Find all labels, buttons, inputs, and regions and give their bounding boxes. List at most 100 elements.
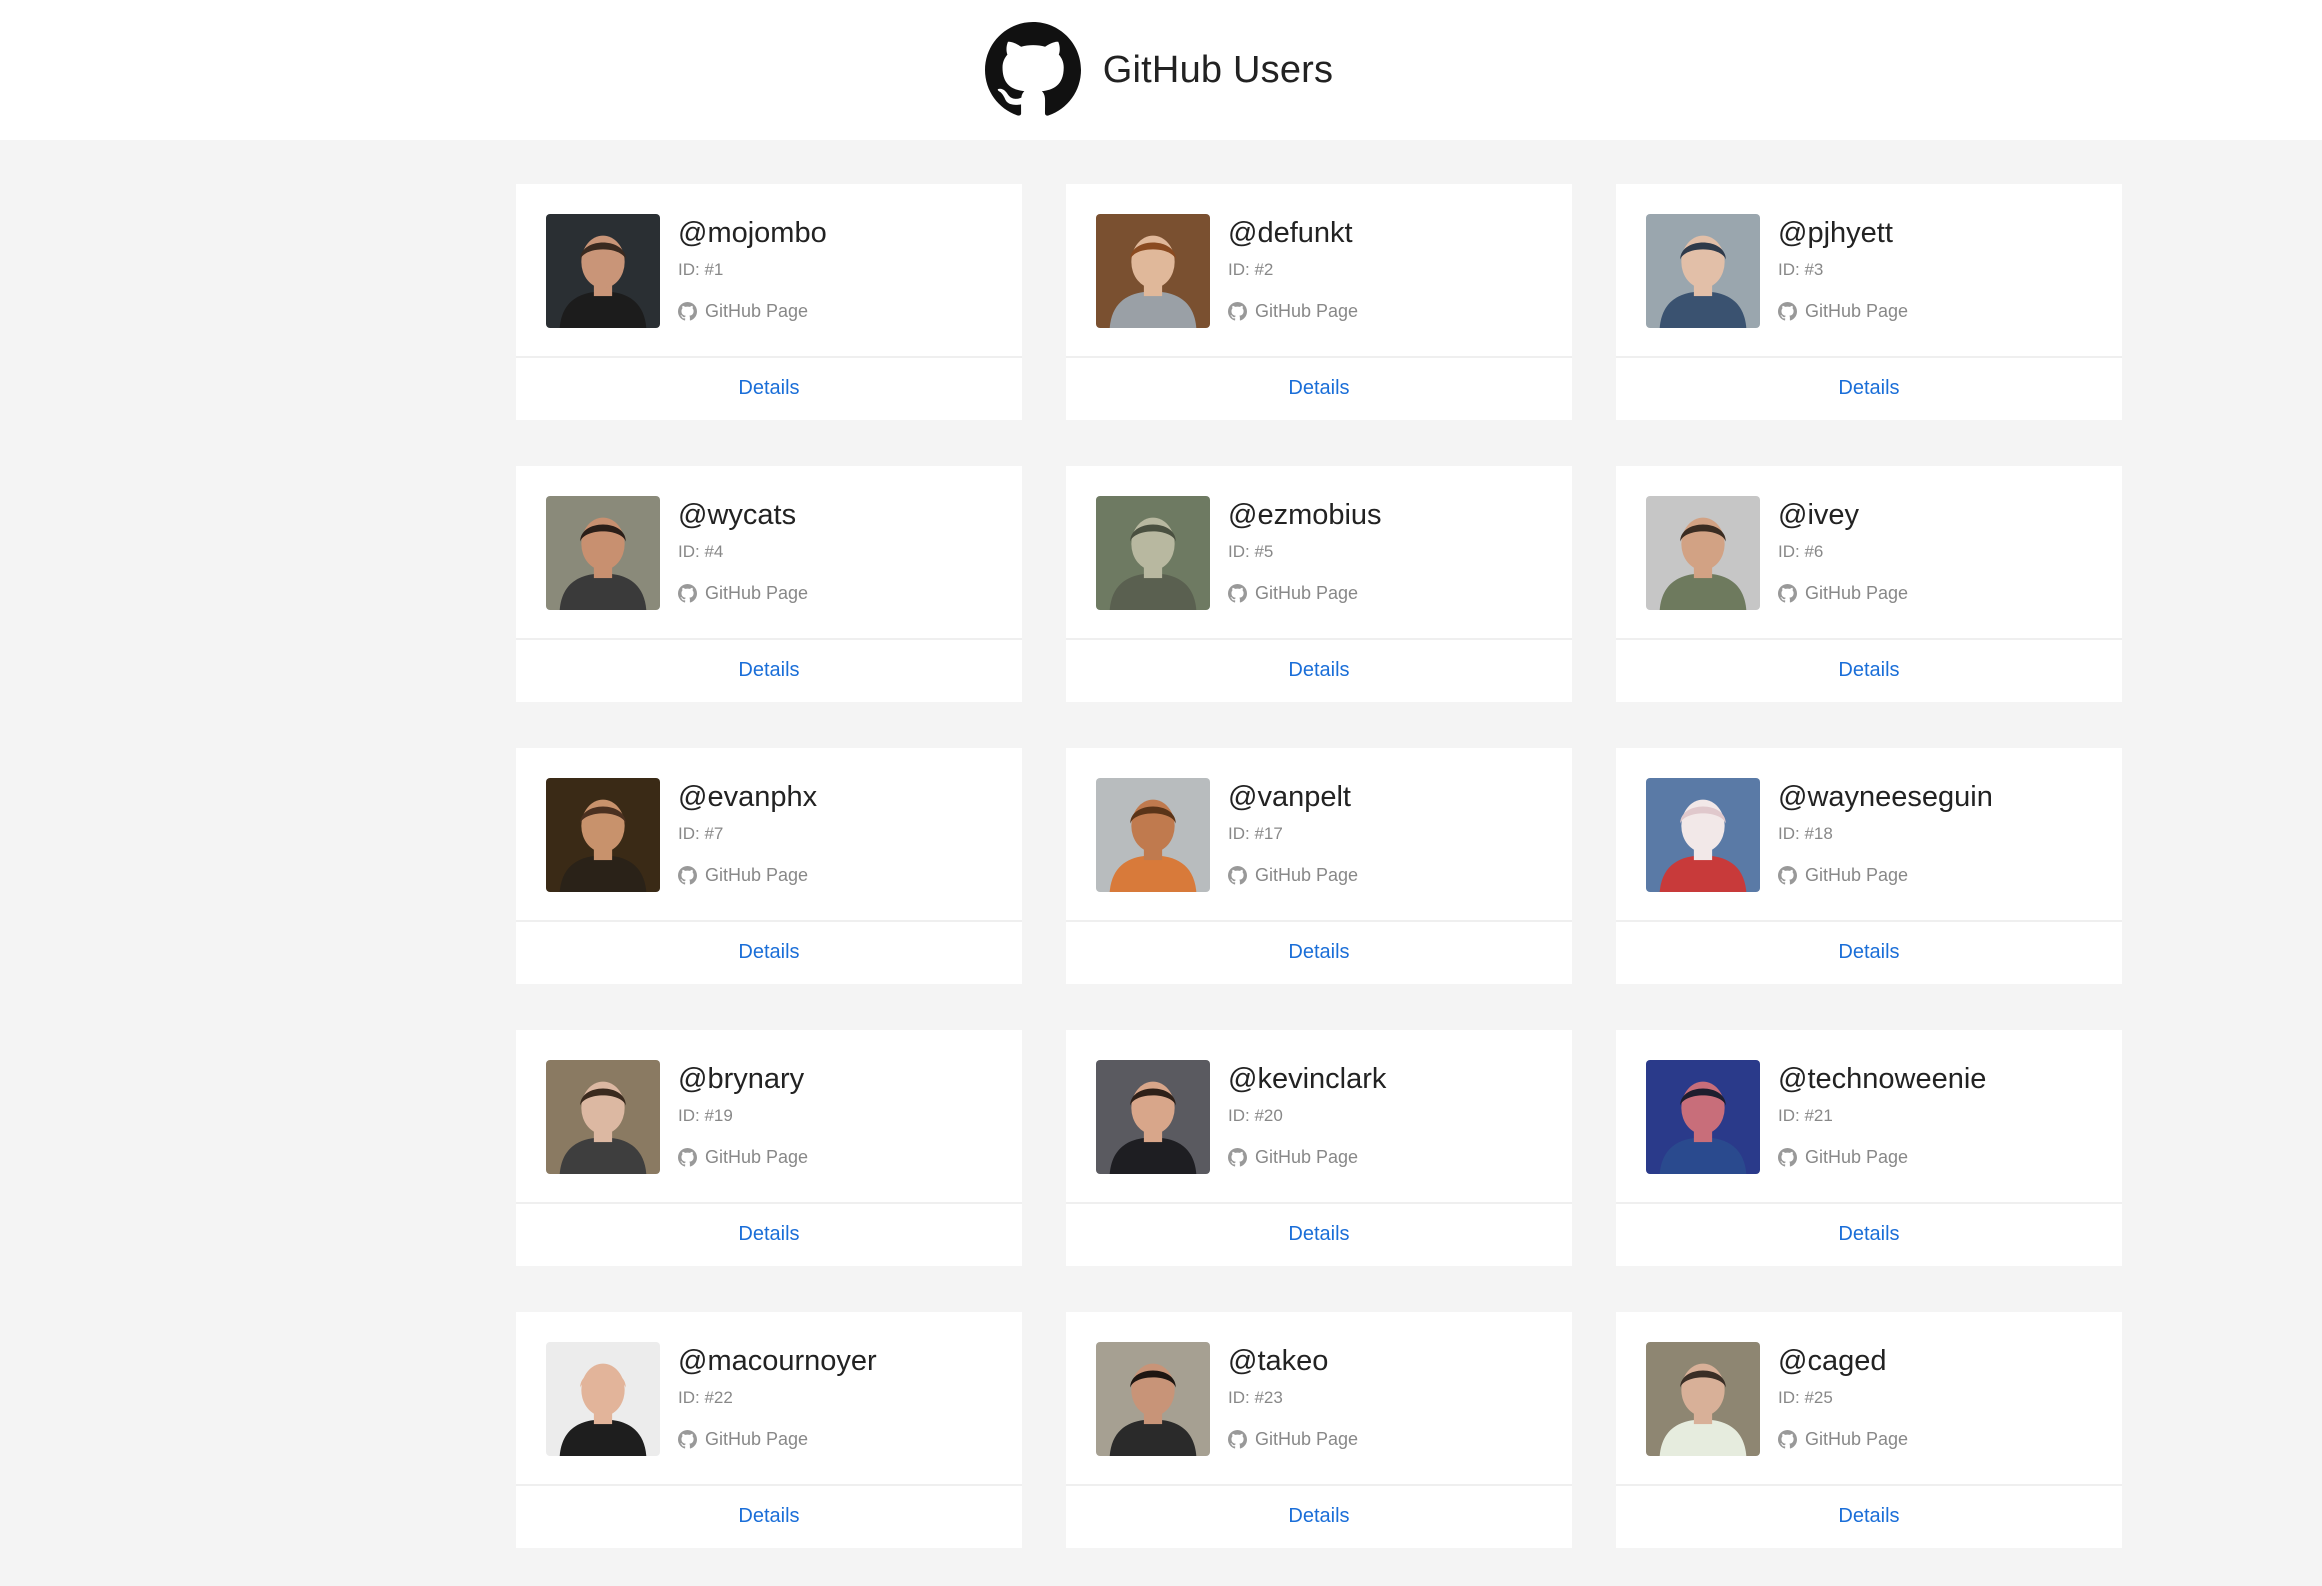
details-link[interactable]: Details bbox=[738, 1505, 799, 1528]
avatar bbox=[1096, 1342, 1210, 1456]
user-info: @takeo ID: #23 GitHub Page bbox=[1228, 1342, 1358, 1484]
details-link[interactable]: Details bbox=[738, 941, 799, 964]
user-card-footer: Details bbox=[516, 1204, 1022, 1264]
user-id: ID: #4 bbox=[678, 542, 724, 561]
github-page-label: GitHub Page bbox=[1805, 583, 1909, 603]
user-card-footer: Details bbox=[1616, 1486, 2122, 1546]
user-info: @pjhyett ID: #3 GitHub Page bbox=[1778, 214, 1908, 356]
user-card-footer: Details bbox=[516, 922, 1022, 982]
github-page-label: GitHub Page bbox=[1805, 1429, 1909, 1449]
user-card: @vanpelt ID: #17 GitHub Page Details bbox=[1066, 748, 1572, 984]
details-link[interactable]: Details bbox=[1838, 1223, 1899, 1246]
details-link[interactable]: Details bbox=[1838, 377, 1899, 400]
user-login: @kevinclark bbox=[1228, 1063, 1387, 1095]
user-card-footer: Details bbox=[1066, 1486, 1572, 1546]
github-page-link[interactable]: GitHub Page bbox=[678, 301, 827, 321]
github-page-link[interactable]: GitHub Page bbox=[1778, 1147, 1986, 1167]
user-card: @defunkt ID: #2 GitHub Page Details bbox=[1066, 184, 1572, 420]
user-card-footer: Details bbox=[1066, 922, 1572, 982]
user-card-footer: Details bbox=[1066, 358, 1572, 418]
user-card-body: @technoweenie ID: #21 GitHub Page bbox=[1616, 1030, 2122, 1204]
github-page-link[interactable]: GitHub Page bbox=[678, 865, 817, 885]
user-card-body: @evanphx ID: #7 GitHub Page bbox=[516, 748, 1022, 922]
details-link[interactable]: Details bbox=[1288, 1223, 1349, 1246]
github-page-link[interactable]: GitHub Page bbox=[1778, 1429, 1908, 1449]
user-card-body: @vanpelt ID: #17 GitHub Page bbox=[1066, 748, 1572, 922]
details-link[interactable]: Details bbox=[738, 659, 799, 682]
user-info: @caged ID: #25 GitHub Page bbox=[1778, 1342, 1908, 1484]
user-id: ID: #23 bbox=[1228, 1388, 1283, 1407]
details-link[interactable]: Details bbox=[1288, 377, 1349, 400]
github-page-link[interactable]: GitHub Page bbox=[678, 1147, 808, 1167]
details-link[interactable]: Details bbox=[1838, 941, 1899, 964]
user-card-body: @wayneeseguin ID: #18 GitHub Page bbox=[1616, 748, 2122, 922]
avatar bbox=[1096, 778, 1210, 892]
user-card-grid: @mojombo ID: #1 GitHub Page Details @defunkt… bbox=[516, 184, 2122, 1548]
user-card-footer: Details bbox=[1066, 640, 1572, 700]
avatar bbox=[546, 1060, 660, 1174]
details-link[interactable]: Details bbox=[1288, 1505, 1349, 1528]
user-card-footer: Details bbox=[516, 1486, 1022, 1546]
github-page-link[interactable]: GitHub Page bbox=[1778, 301, 1908, 321]
user-info: @evanphx ID: #7 GitHub Page bbox=[678, 778, 817, 920]
github-page-label: GitHub Page bbox=[1255, 583, 1359, 603]
details-link[interactable]: Details bbox=[1838, 1505, 1899, 1528]
details-link[interactable]: Details bbox=[1288, 941, 1349, 964]
github-icon bbox=[1228, 865, 1247, 885]
user-login: @takeo bbox=[1228, 1345, 1329, 1377]
user-card-footer: Details bbox=[1616, 1204, 2122, 1264]
user-login: @mojombo bbox=[678, 217, 827, 249]
user-card-body: @ezmobius ID: #5 GitHub Page bbox=[1066, 466, 1572, 640]
user-info: @ezmobius ID: #5 GitHub Page bbox=[1228, 496, 1382, 638]
user-id: ID: #20 bbox=[1228, 1106, 1283, 1125]
user-id: ID: #21 bbox=[1778, 1106, 1833, 1125]
github-page-link[interactable]: GitHub Page bbox=[1228, 1429, 1358, 1449]
user-card-body: @pjhyett ID: #3 GitHub Page bbox=[1616, 184, 2122, 358]
user-login: @technoweenie bbox=[1778, 1063, 1987, 1095]
github-icon bbox=[1228, 1147, 1247, 1167]
github-page-link[interactable]: GitHub Page bbox=[678, 583, 808, 603]
user-login: @caged bbox=[1778, 1345, 1887, 1377]
user-card-footer: Details bbox=[1616, 358, 2122, 418]
details-link[interactable]: Details bbox=[738, 1223, 799, 1246]
user-login: @wycats bbox=[678, 499, 797, 531]
user-id: ID: #25 bbox=[1778, 1388, 1833, 1407]
details-link[interactable]: Details bbox=[1288, 659, 1349, 682]
user-id: ID: #3 bbox=[1778, 260, 1824, 279]
user-card-body: @ivey ID: #6 GitHub Page bbox=[1616, 466, 2122, 640]
github-page-link[interactable]: GitHub Page bbox=[1228, 1147, 1386, 1167]
github-page-label: GitHub Page bbox=[705, 583, 809, 603]
github-page-label: GitHub Page bbox=[705, 301, 809, 321]
user-card: @kevinclark ID: #20 GitHub Page Details bbox=[1066, 1030, 1572, 1266]
details-link[interactable]: Details bbox=[1838, 659, 1899, 682]
github-page-link[interactable]: GitHub Page bbox=[678, 1429, 877, 1449]
user-login: @pjhyett bbox=[1778, 217, 1893, 249]
avatar bbox=[546, 214, 660, 328]
user-login: @defunkt bbox=[1228, 217, 1353, 249]
github-page-label: GitHub Page bbox=[705, 1429, 809, 1449]
github-page-link[interactable]: GitHub Page bbox=[1228, 865, 1358, 885]
user-id: ID: #17 bbox=[1228, 824, 1283, 843]
user-info: @macournoyer ID: #22 GitHub Page bbox=[678, 1342, 877, 1484]
user-card-footer: Details bbox=[516, 358, 1022, 418]
github-icon bbox=[1778, 583, 1797, 603]
user-info: @defunkt ID: #2 GitHub Page bbox=[1228, 214, 1358, 356]
user-login: @vanpelt bbox=[1228, 781, 1351, 813]
github-page-link[interactable]: GitHub Page bbox=[1228, 583, 1382, 603]
github-page-label: GitHub Page bbox=[705, 1147, 809, 1167]
github-page-link[interactable]: GitHub Page bbox=[1778, 865, 1993, 885]
user-info: @wycats ID: #4 GitHub Page bbox=[678, 496, 808, 638]
github-page-link[interactable]: GitHub Page bbox=[1778, 583, 1908, 603]
user-id: ID: #22 bbox=[678, 1388, 733, 1407]
github-page-label: GitHub Page bbox=[1805, 301, 1909, 321]
user-card: @caged ID: #25 GitHub Page Details bbox=[1616, 1312, 2122, 1548]
user-id: ID: #18 bbox=[1778, 824, 1833, 843]
user-card-body: @takeo ID: #23 GitHub Page bbox=[1066, 1312, 1572, 1486]
details-link[interactable]: Details bbox=[738, 377, 799, 400]
user-card-body: @kevinclark ID: #20 GitHub Page bbox=[1066, 1030, 1572, 1204]
github-icon bbox=[1228, 1429, 1247, 1449]
user-login: @ivey bbox=[1778, 499, 1860, 531]
avatar bbox=[1096, 1060, 1210, 1174]
user-info: @wayneeseguin ID: #18 GitHub Page bbox=[1778, 778, 1993, 920]
github-page-link[interactable]: GitHub Page bbox=[1228, 301, 1358, 321]
